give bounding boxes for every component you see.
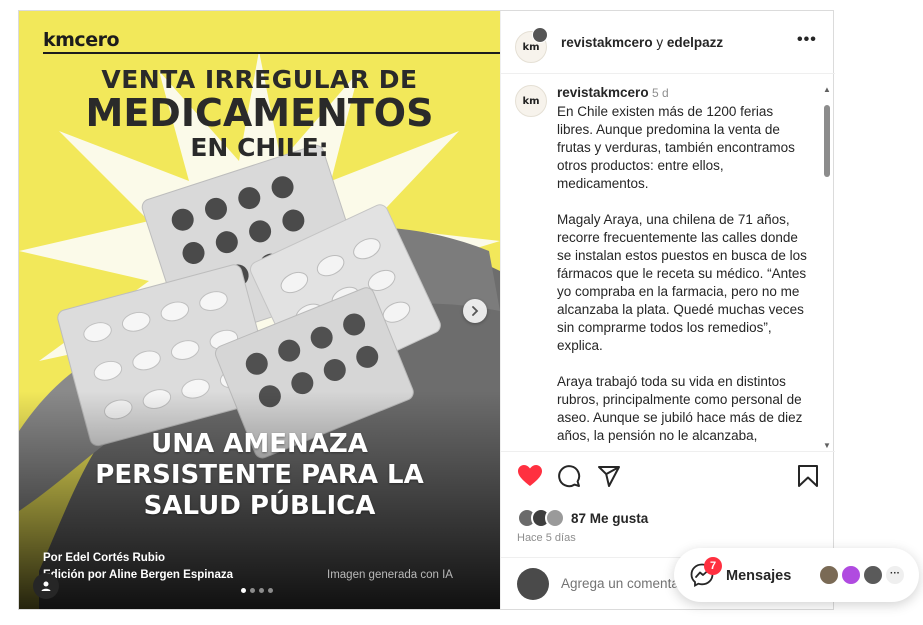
conversation-avatar <box>840 564 862 586</box>
save-button[interactable] <box>797 464 819 493</box>
caption-area: km revistakmcero 5 d En Chile existen má… <box>501 75 835 451</box>
carousel-indicator <box>241 588 273 593</box>
credit-editor: Edición por Aline Bergen Espinaza <box>43 569 233 581</box>
author-username[interactable]: revistakmcero <box>561 35 653 50</box>
post-side-panel: km revistakmcero y edelpazz ••• km revis… <box>500 11 835 609</box>
authors-separator: y <box>656 35 664 50</box>
carousel-dot <box>268 588 273 593</box>
credit-ai: Imagen generada con IA <box>327 569 453 581</box>
scroll-up-arrow-icon[interactable]: ▲ <box>823 85 831 94</box>
like-button[interactable] <box>517 464 543 493</box>
messages-pill[interactable]: 7 Mensajes ··· <box>674 548 919 602</box>
avatar-text: km <box>522 95 540 107</box>
headline-line-1: VENTA IRREGULAR DE <box>101 65 418 94</box>
post-date: Hace 5 días <box>517 532 576 544</box>
share-icon <box>598 466 620 487</box>
liker-avatar <box>545 508 565 528</box>
credit-author: Por Edel Cortés Rubio <box>43 552 166 564</box>
messages-avatars: ··· <box>818 564 910 586</box>
chevron-right-icon <box>472 306 479 316</box>
post-actions: 87 Me gusta Hace 5 días <box>501 451 835 557</box>
current-user-avatar <box>517 568 549 600</box>
brand-logo: kmcero <box>43 29 120 51</box>
avatar-text: km <box>522 41 540 53</box>
subheadline: UNA AMENAZA PERSISTENTE PARA LA SALUD PÚ… <box>19 429 500 522</box>
carousel-next-button[interactable] <box>463 299 487 323</box>
subheadline-line-1: UNA AMENAZA <box>151 429 368 459</box>
post-header: km revistakmcero y edelpazz ••• <box>501 11 835 74</box>
conversation-avatar <box>862 564 884 586</box>
scrollbar-thumb[interactable] <box>824 105 830 177</box>
more-conversations-icon: ··· <box>884 564 906 586</box>
liker-avatars <box>517 508 569 528</box>
caption-text: En Chile existen más de 1200 ferias libr… <box>557 103 811 451</box>
messages-label: Mensajes <box>726 568 792 584</box>
instagram-post: kmcero VENTA IRREGULAR DE MEDICAMENTOS E… <box>18 10 835 610</box>
brand-divider <box>43 52 500 54</box>
unread-badge: 7 <box>704 557 722 575</box>
comment-icon <box>558 465 581 488</box>
caption-username[interactable]: revistakmcero <box>557 85 649 100</box>
likes-count[interactable]: 87 Me gusta <box>571 511 648 526</box>
carousel-dot <box>259 588 264 593</box>
user-icon <box>41 581 51 591</box>
collaborator-username[interactable]: edelpazz <box>667 35 723 50</box>
more-horizontal-icon: ••• <box>797 31 817 48</box>
caption-time: 5 d <box>652 86 669 100</box>
conversation-avatar <box>818 564 840 586</box>
caption-paragraph: Magaly Araya, una chilena de 71 años, re… <box>557 212 807 353</box>
carousel-dot <box>250 588 255 593</box>
post-image[interactable]: kmcero VENTA IRREGULAR DE MEDICAMENTOS E… <box>19 11 500 609</box>
bookmark-icon <box>798 465 818 487</box>
caption-avatar[interactable]: km <box>515 85 547 117</box>
carousel-dot <box>241 588 246 593</box>
heart-filled-icon <box>518 465 542 486</box>
caption-paragraph: Araya trabajó toda su vida en distintos … <box>557 374 803 443</box>
scroll-down-arrow-icon[interactable]: ▼ <box>823 441 831 450</box>
caption-paragraph: En Chile existen más de 1200 ferias libr… <box>557 104 795 191</box>
post-authors: revistakmcero y edelpazz <box>561 35 723 50</box>
more-options-button[interactable]: ••• <box>797 31 817 49</box>
tagged-users-button[interactable] <box>33 573 59 599</box>
collaborator-avatar[interactable] <box>532 27 548 43</box>
subheadline-line-3: SALUD PÚBLICA <box>143 491 376 521</box>
comment-input[interactable] <box>561 572 691 594</box>
share-button[interactable] <box>597 464 621 493</box>
comment-button[interactable] <box>557 464 581 493</box>
caption-scrollbar[interactable]: ▲ ▼ <box>821 75 833 451</box>
headline-line-3: EN CHILE: <box>190 133 329 162</box>
headline-line-2: MEDICAMENTOS <box>85 91 434 135</box>
subheadline-line-2: PERSISTENTE PARA LA <box>95 460 424 490</box>
